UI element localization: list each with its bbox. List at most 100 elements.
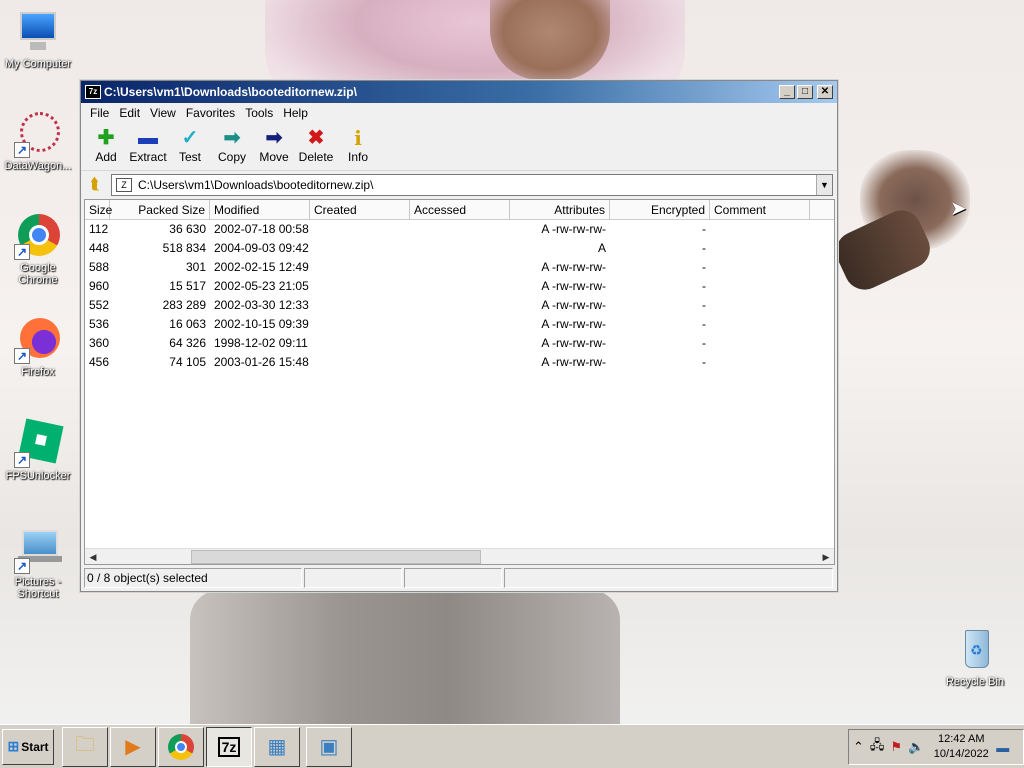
cell-accessed: [410, 239, 510, 258]
desktop-icon-datawagon[interactable]: ↗ DataWagon...: [0, 110, 76, 172]
cell-packed: 283 289: [162, 298, 206, 312]
toolbar: ✚ Add ▬ Extract ✓ Test ➡ Copy ➡ Move ✖ D…: [81, 123, 837, 171]
folder-up-icon[interactable]: ⮬: [85, 175, 105, 195]
status-panel: [404, 568, 502, 588]
column-header-accessed[interactable]: Accessed: [410, 200, 510, 219]
cell-modified: 2004-09-03 09:42: [214, 241, 309, 255]
clock[interactable]: 12:42 AM 10/14/2022: [930, 732, 992, 762]
desktop-icon-label: Firefox: [21, 366, 55, 378]
desktop-icon-pictures-shortcut[interactable]: ↗ Pictures - Shortcut: [0, 526, 76, 600]
volume-icon[interactable]: 🔈: [908, 739, 924, 755]
table-row[interactable]: 960 15 517 2002-05-23 21:05 A -rw-rw-rw- -: [85, 277, 834, 296]
scrollbar-thumb[interactable]: [191, 550, 481, 564]
status-bar: 0 / 8 object(s) selected: [84, 568, 835, 588]
test-button[interactable]: ✓ Test: [169, 123, 211, 170]
shortcut-arrow-icon: ↗: [14, 348, 30, 364]
7zip-app-icon: 7z: [217, 736, 241, 757]
table-row[interactable]: 456 74 105 2003-01-26 15:48 A -rw-rw-rw- -: [85, 353, 834, 372]
cell-encrypted: -: [702, 355, 706, 369]
cell-packed: 301: [185, 260, 206, 274]
menu-favorites[interactable]: Favorites: [181, 106, 240, 120]
table-row[interactable]: 552 283 289 2002-03-30 12:33 A -rw-rw-rw- -: [85, 296, 834, 315]
menu-help[interactable]: Help: [278, 106, 313, 120]
desktop-icon-fpsunlocker[interactable]: ↗ FPSUnlocker: [0, 418, 76, 482]
table-row[interactable]: 360 64 326 1998-12-02 09:11 A -rw-rw-rw- -: [85, 334, 834, 353]
window-titlebar[interactable]: 7z C:\Users\vm1\Downloads\booteditornew.…: [81, 81, 837, 103]
copy-button[interactable]: ➡ Copy: [211, 123, 253, 170]
cell-created: [310, 296, 410, 315]
cell-encrypted: -: [702, 298, 706, 312]
column-header-size[interactable]: Size: [85, 200, 112, 219]
extract-button[interactable]: ▬ Extract: [127, 123, 169, 170]
scroll-right-icon[interactable]: ▶: [818, 549, 834, 564]
info-button[interactable]: i Info: [337, 123, 379, 170]
column-header-created[interactable]: Created: [310, 200, 410, 219]
menu-bar: File Edit View Favorites Tools Help: [81, 103, 837, 123]
column-header-attributes[interactable]: Attributes: [510, 200, 610, 219]
cell-comment: [710, 277, 810, 296]
chevron-up-icon[interactable]: ⌃: [853, 739, 864, 755]
column-header-comment[interactable]: Comment: [710, 200, 810, 219]
column-header-modified[interactable]: Modified: [210, 200, 310, 219]
chrome-icon: ↗: [14, 212, 62, 260]
shortcut-arrow-icon: ↗: [14, 142, 30, 158]
menu-view[interactable]: View: [145, 106, 181, 120]
cell-modified: 2002-07-18 00:58: [214, 222, 309, 236]
horizontal-scrollbar[interactable]: ◀ ▶: [85, 548, 834, 564]
column-header-packed-size[interactable]: Packed Size: [110, 200, 210, 219]
move-button[interactable]: ➡ Move: [253, 123, 295, 170]
cell-created: [310, 353, 410, 372]
desktop-icon-label: FPSUnlocker: [5, 470, 71, 482]
scroll-left-icon[interactable]: ◀: [85, 549, 101, 564]
show-desktop-icon[interactable]: ▬: [996, 740, 1009, 755]
7zip-taskbar-button[interactable]: 7z: [206, 726, 252, 767]
menu-tools[interactable]: Tools: [240, 106, 278, 120]
copy-arrow-icon: ➡: [223, 127, 241, 149]
desktop-icon-firefox[interactable]: ↗ Firefox: [0, 316, 76, 378]
fpsunlocker-icon: ↗: [14, 418, 64, 468]
window-title: C:\Users\vm1\Downloads\booteditornew.zip…: [104, 85, 357, 99]
shortcut-arrow-icon: ↗: [14, 244, 30, 260]
cell-attributes: A -rw-rw-rw-: [541, 336, 606, 350]
table-row[interactable]: 536 16 063 2002-10-15 09:39 A -rw-rw-rw- -: [85, 315, 834, 334]
cell-attributes: A -rw-rw-rw-: [541, 317, 606, 331]
control-panel-taskbar-button[interactable]: ▦: [254, 726, 300, 767]
minimize-button[interactable]: _: [779, 85, 795, 99]
pictures-icon: ↗: [14, 526, 62, 574]
column-header-row: Size Packed Size Modified Created Access…: [85, 200, 834, 220]
extract-button-label: Extract: [129, 150, 167, 164]
chevron-down-icon[interactable]: ▼: [816, 175, 832, 195]
address-bar[interactable]: Z C:\Users\vm1\Downloads\booteditornew.z…: [111, 174, 833, 196]
start-button[interactable]: ⊞ Start: [2, 728, 54, 765]
delete-button[interactable]: ✖ Delete: [295, 123, 337, 170]
media-player-taskbar-button[interactable]: ▶: [110, 726, 156, 767]
maximize-button[interactable]: □: [797, 85, 813, 99]
pictures-taskbar-button[interactable]: ▣: [306, 726, 352, 767]
folder-icon: 🗀: [75, 733, 95, 756]
cell-packed: 36 630: [169, 222, 206, 236]
table-row[interactable]: 588 301 2002-02-15 12:49 A -rw-rw-rw- -: [85, 258, 834, 277]
desktop-icon-recycle-bin[interactable]: ♻ Recycle Bin: [937, 626, 1013, 688]
menu-file[interactable]: File: [85, 106, 114, 120]
address-input[interactable]: C:\Users\vm1\Downloads\booteditornew.zip…: [138, 178, 816, 192]
explorer-taskbar-button[interactable]: 🗀: [62, 726, 108, 767]
cell-comment: [710, 296, 810, 315]
desktop-icon-google-chrome[interactable]: ↗ Google Chrome: [0, 212, 76, 286]
cell-size: 552: [89, 298, 110, 312]
table-row[interactable]: 448 518 834 2004-09-03 09:42 A -: [85, 239, 834, 258]
cell-created: [310, 315, 410, 334]
table-row[interactable]: 112 36 630 2002-07-18 00:58 A -rw-rw-rw- -: [85, 220, 834, 239]
shortcut-arrow-icon: ↗: [14, 558, 30, 574]
menu-edit[interactable]: Edit: [114, 106, 145, 120]
cell-packed: 74 105: [169, 355, 206, 369]
desktop-icon-my-computer[interactable]: My Computer: [0, 8, 76, 70]
column-header-encrypted[interactable]: Encrypted: [610, 200, 710, 219]
cell-attributes: A -rw-rw-rw-: [541, 298, 606, 312]
file-list[interactable]: Size Packed Size Modified Created Access…: [84, 199, 835, 565]
cell-size: 960: [89, 279, 110, 293]
close-button[interactable]: ✕: [817, 85, 833, 99]
network-icon[interactable]: 🖧: [870, 736, 885, 758]
action-center-icon[interactable]: ⚑: [890, 739, 902, 755]
add-button[interactable]: ✚ Add: [85, 123, 127, 170]
chrome-taskbar-button[interactable]: [158, 726, 204, 767]
